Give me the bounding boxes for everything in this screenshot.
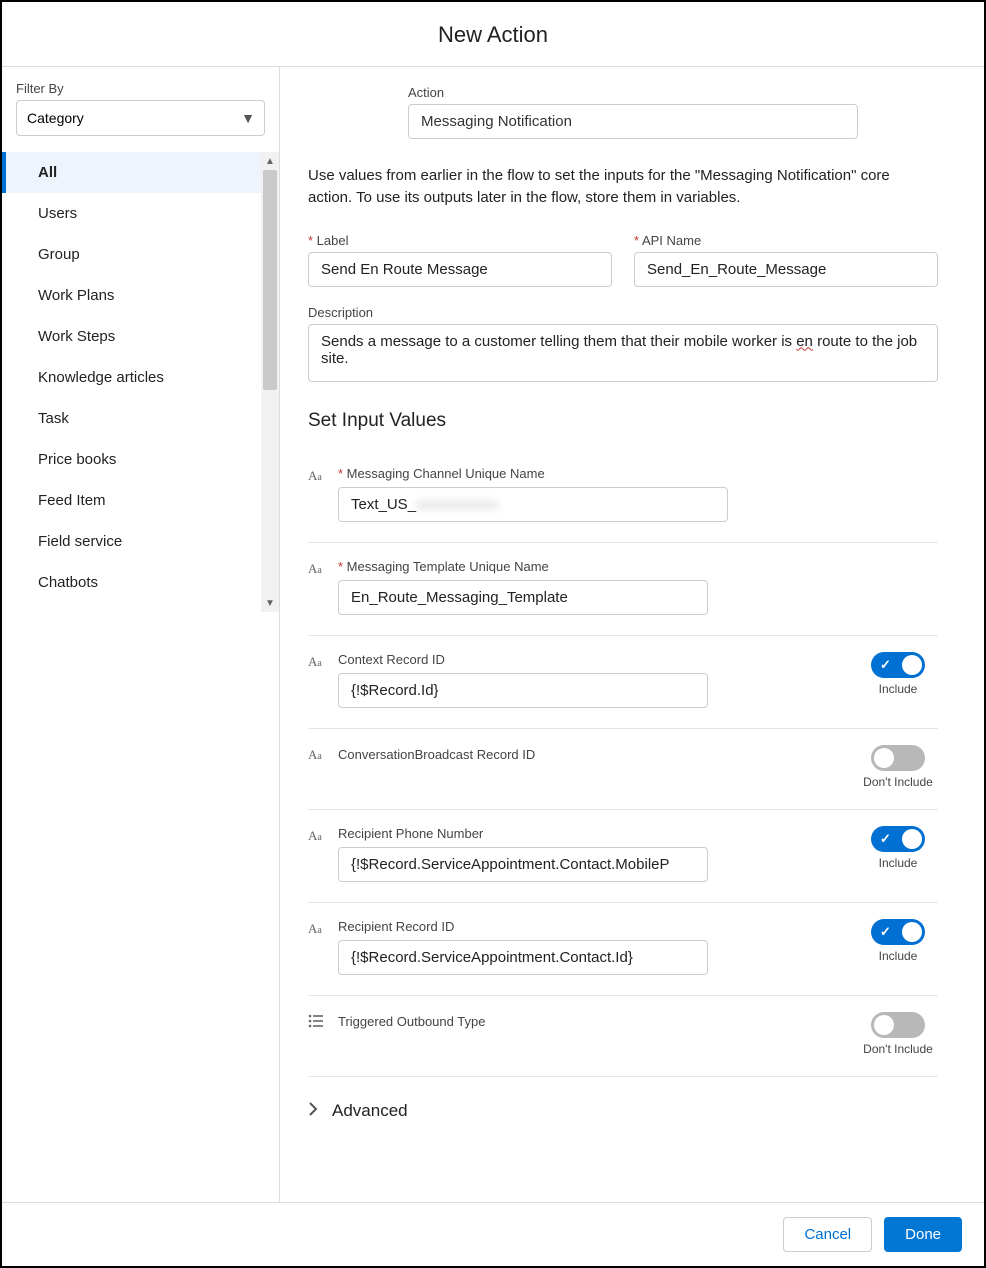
messaging-template-label: Messaging Template Unique Name — [338, 559, 728, 574]
context-record-id-input[interactable] — [338, 673, 708, 708]
dialog-footer: Cancel Done — [2, 1202, 984, 1266]
description-label: Description — [308, 305, 938, 320]
sidebar-item-feed-item[interactable]: Feed Item — [2, 480, 279, 521]
dialog-title: New Action — [2, 22, 984, 48]
triggered-outbound-label: Triggered Outbound Type — [338, 1012, 728, 1029]
text-type-icon: Aa — [308, 466, 328, 484]
text-type-icon: Aa — [308, 745, 328, 763]
input-row-conversation-broadcast: Aa ConversationBroadcast Record ID Don't… — [308, 729, 938, 810]
description-input[interactable]: Sends a message to a customer telling th… — [308, 324, 938, 382]
recipient-phone-label: Recipient Phone Number — [338, 826, 728, 841]
sidebar-item-field-service[interactable]: Field service — [2, 521, 279, 562]
recipient-record-id-input[interactable] — [338, 940, 708, 975]
text-type-icon: Aa — [308, 652, 328, 670]
dialog-body: Filter By Category ▼ All Users Group Wor… — [2, 67, 984, 1202]
messaging-channel-value-prefix: Text_US_ — [351, 496, 416, 513]
cancel-button[interactable]: Cancel — [783, 1217, 872, 1252]
conversation-broadcast-toggle[interactable] — [871, 745, 925, 771]
messaging-channel-value-redacted: xxxxxxxxxxx — [416, 496, 499, 513]
api-name-field-label: API Name — [634, 233, 938, 248]
scroll-thumb[interactable] — [263, 170, 277, 390]
advanced-section-toggle[interactable]: Advanced — [308, 1101, 938, 1121]
text-type-icon: Aa — [308, 919, 328, 937]
chevron-right-icon — [308, 1101, 318, 1121]
sidebar-item-group[interactable]: Group — [2, 234, 279, 275]
input-row-recipient-phone: Aa Recipient Phone Number ✓ Include — [308, 810, 938, 903]
input-row-recipient-record-id: Aa Recipient Record ID ✓ Include — [308, 903, 938, 996]
context-record-id-toggle-label: Include — [879, 682, 918, 696]
messaging-template-input[interactable] — [338, 580, 708, 615]
done-button[interactable]: Done — [884, 1217, 962, 1252]
sidebar-item-all[interactable]: All — [2, 152, 279, 193]
description-spellerror: en — [796, 333, 813, 350]
label-input[interactable] — [308, 252, 612, 287]
input-row-context-record-id: Aa Context Record ID ✓ Include — [308, 636, 938, 729]
intro-text: Use values from earlier in the flow to s… — [308, 165, 938, 209]
sidebar-item-task[interactable]: Task — [2, 398, 279, 439]
text-type-icon: Aa — [308, 559, 328, 577]
filter-by-select[interactable]: Category — [16, 100, 265, 136]
category-list: All Users Group Work Plans Work Steps Kn… — [2, 152, 279, 603]
recipient-phone-toggle[interactable]: ✓ — [871, 826, 925, 852]
main-panel: Action Use values from earlier in the fl… — [280, 67, 984, 1202]
sidebar-item-price-books[interactable]: Price books — [2, 439, 279, 480]
text-type-icon: Aa — [308, 826, 328, 844]
scroll-down-icon[interactable]: ▼ — [261, 594, 279, 612]
messaging-channel-label: Messaging Channel Unique Name — [338, 466, 728, 481]
recipient-record-id-toggle-label: Include — [879, 949, 918, 963]
triggered-outbound-toggle-label: Don't Include — [863, 1042, 933, 1056]
api-name-input[interactable] — [634, 252, 938, 287]
advanced-label: Advanced — [332, 1101, 408, 1121]
filter-by-label: Filter By — [16, 81, 265, 96]
recipient-record-id-toggle[interactable]: ✓ — [871, 919, 925, 945]
sidebar-scrollbar[interactable]: ▲ ▼ — [261, 152, 279, 612]
sidebar-item-knowledge-articles[interactable]: Knowledge articles — [2, 357, 279, 398]
context-record-id-toggle[interactable]: ✓ — [871, 652, 925, 678]
action-label: Action — [408, 85, 858, 100]
action-input[interactable] — [408, 104, 858, 139]
sidebar-item-users[interactable]: Users — [2, 193, 279, 234]
messaging-channel-input[interactable]: Text_US_xxxxxxxxxxx — [338, 487, 728, 522]
list-type-icon — [308, 1012, 328, 1033]
sidebar-item-work-steps[interactable]: Work Steps — [2, 316, 279, 357]
dialog-header: New Action — [2, 2, 984, 67]
recipient-phone-input[interactable] — [338, 847, 708, 882]
input-row-messaging-channel: Aa Messaging Channel Unique Name Text_US… — [308, 450, 938, 543]
set-input-values-heading: Set Input Values — [308, 410, 938, 432]
scroll-up-icon[interactable]: ▲ — [261, 152, 279, 170]
context-record-id-label: Context Record ID — [338, 652, 728, 667]
conversation-broadcast-label: ConversationBroadcast Record ID — [338, 745, 728, 762]
triggered-outbound-toggle[interactable] — [871, 1012, 925, 1038]
sidebar-item-chatbots[interactable]: Chatbots — [2, 562, 279, 603]
sidebar: Filter By Category ▼ All Users Group Wor… — [2, 67, 280, 1202]
description-text-pre: Sends a message to a customer telling th… — [321, 333, 796, 350]
recipient-phone-toggle-label: Include — [879, 856, 918, 870]
label-field-label: Label — [308, 233, 612, 248]
recipient-record-id-label: Recipient Record ID — [338, 919, 728, 934]
input-row-messaging-template: Aa Messaging Template Unique Name — [308, 543, 938, 636]
sidebar-item-work-plans[interactable]: Work Plans — [2, 275, 279, 316]
conversation-broadcast-toggle-label: Don't Include — [863, 775, 933, 789]
input-row-triggered-outbound: Triggered Outbound Type Don't Include — [308, 996, 938, 1077]
